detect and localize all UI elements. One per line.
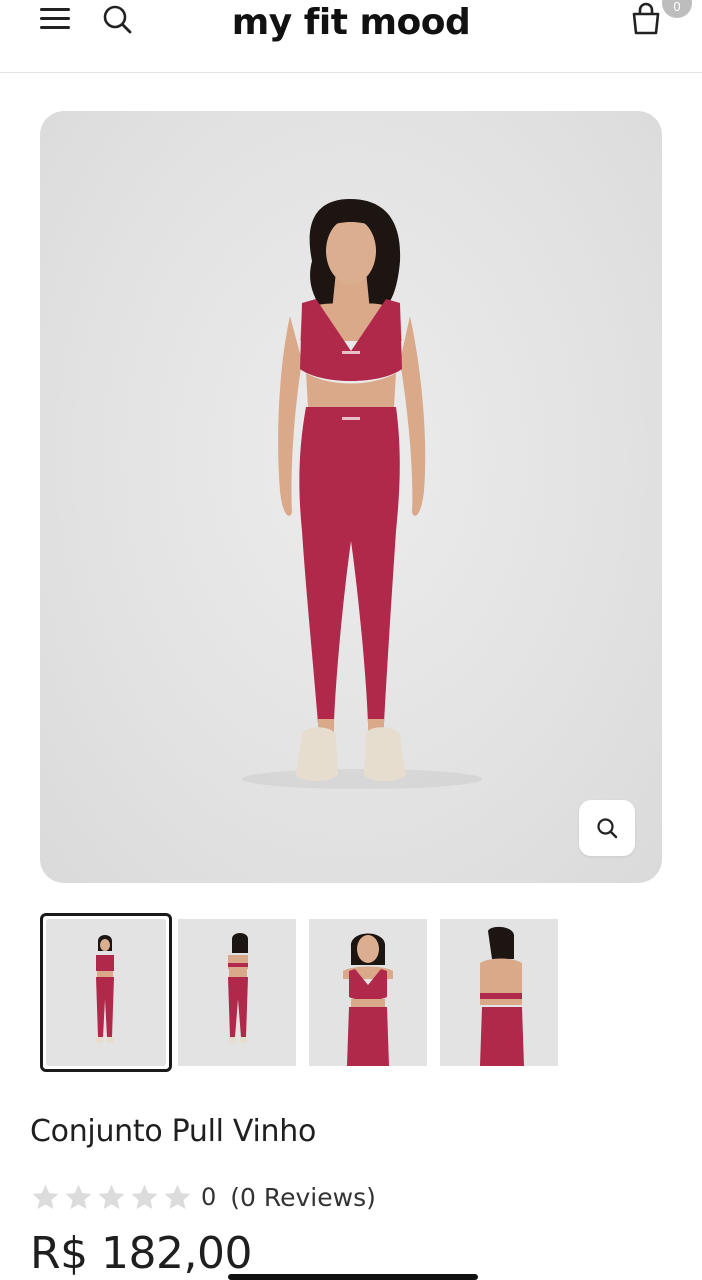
shopping-bag-icon[interactable] [626, 0, 666, 40]
star-icon [164, 1184, 191, 1209]
zoom-icon [597, 818, 618, 839]
product-main-image[interactable] [40, 111, 662, 883]
rating-count: 0 [201, 1183, 217, 1211]
thumbnail-2[interactable] [178, 919, 296, 1066]
star-icon [131, 1184, 158, 1209]
product-rating[interactable]: 0 (0 Reviews) [30, 1180, 376, 1214]
site-header: my fit mood 0 [0, 0, 702, 73]
home-indicator [228, 1274, 478, 1280]
star-icon [65, 1184, 92, 1209]
product-title: Conjunto Pull Vinho [30, 1114, 316, 1149]
product-price: R$ 182,00 [30, 1228, 253, 1279]
thumbnail-4[interactable] [440, 919, 558, 1066]
zoom-button[interactable] [579, 800, 635, 856]
site-logo[interactable]: my fit mood [0, 2, 702, 43]
thumbnail-1[interactable] [40, 913, 172, 1072]
star-rating [30, 1182, 193, 1213]
star-icon [32, 1184, 59, 1209]
thumbnail-3[interactable] [309, 919, 427, 1066]
star-icon [98, 1184, 125, 1209]
reviews-link[interactable]: (0 Reviews) [230, 1183, 376, 1212]
model-photo [242, 199, 482, 789]
